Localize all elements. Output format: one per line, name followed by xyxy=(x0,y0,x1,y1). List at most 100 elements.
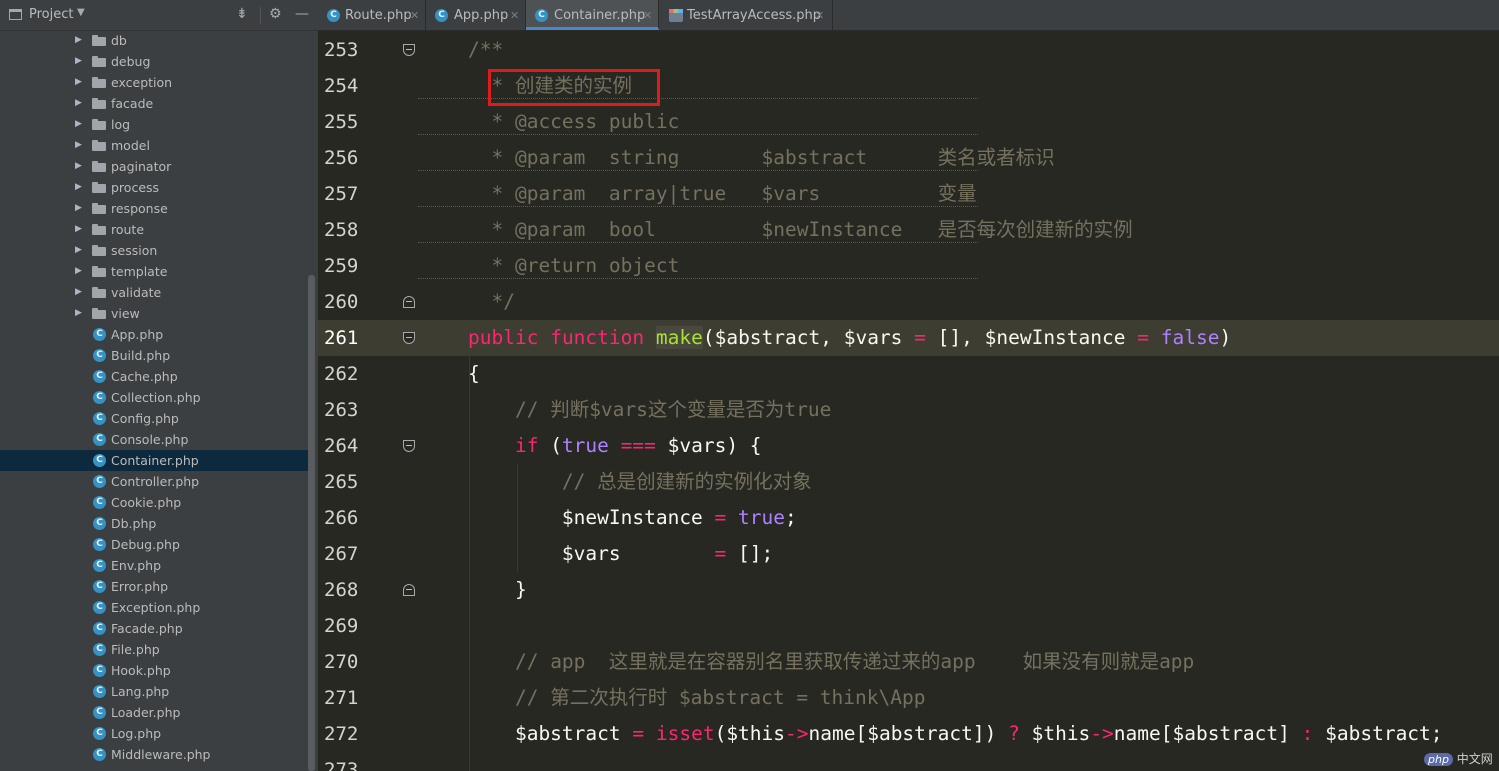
folder-icon xyxy=(92,245,106,256)
class-c-icon: C xyxy=(93,622,106,635)
tree-folder-response[interactable]: ▶ response xyxy=(0,198,308,219)
tree-item-label: debug xyxy=(111,54,151,69)
tree-file-config[interactable]: C Config.php xyxy=(0,408,308,429)
tree-folder-session[interactable]: ▶ session xyxy=(0,240,308,261)
highlight-annotation-box xyxy=(488,69,660,106)
folder-icon xyxy=(92,224,106,235)
tree-file-collection[interactable]: C Collection.php xyxy=(0,387,308,408)
tree-file-error[interactable]: C Error.php xyxy=(0,576,308,597)
tree-file-cache[interactable]: C Cache.php xyxy=(0,366,308,387)
tree-item-label: validate xyxy=(111,285,162,300)
watermark-text: 中文网 xyxy=(1456,752,1493,766)
code-line-271: // 第二次执行时 $abstract = think\App xyxy=(514,686,926,709)
tab-app-php[interactable]: C App.php ✕ xyxy=(426,0,526,30)
chevron-down-icon[interactable]: ▼ xyxy=(77,7,85,18)
chevron-right-icon[interactable]: ▶ xyxy=(75,177,82,198)
tab-label: TestArrayAccess.php xyxy=(687,8,821,23)
tree-folder-view[interactable]: ▶ view xyxy=(0,303,308,324)
close-icon[interactable]: ✕ xyxy=(410,0,419,32)
folder-icon xyxy=(92,266,106,277)
class-c-icon: C xyxy=(93,664,106,677)
tree-folder-template[interactable]: ▶ template xyxy=(0,261,308,282)
chevron-right-icon[interactable]: ▶ xyxy=(75,93,82,114)
tree-file-middleware[interactable]: C Middleware.php xyxy=(0,744,308,765)
tree-folder-facade[interactable]: ▶ facade xyxy=(0,93,308,114)
code-editor[interactable]: 253 254 255 256 257 258 259 260 261 262 263 264 265 2… xyxy=(318,31,1499,771)
chevron-right-icon[interactable]: ▶ xyxy=(75,261,82,282)
tree-folder-validate[interactable]: ▶ validate xyxy=(0,282,308,303)
tree-folder-log[interactable]: ▶ log xyxy=(0,114,308,135)
tree-file-debug[interactable]: C Debug.php xyxy=(0,534,308,555)
tree-file-cookie[interactable]: C Cookie.php xyxy=(0,492,308,513)
tree-folder-paginator[interactable]: ▶ paginator xyxy=(0,156,308,177)
tree-folder-db[interactable]: ▶ db xyxy=(0,30,308,51)
project-title[interactable]: Project xyxy=(29,7,73,22)
chevron-right-icon[interactable]: ▶ xyxy=(75,30,82,51)
tree-file-file[interactable]: C File.php xyxy=(0,639,308,660)
tree-file-exception[interactable]: C Exception.php xyxy=(0,597,308,618)
close-icon[interactable]: ✕ xyxy=(643,0,652,32)
tree-file-console[interactable]: C Console.php xyxy=(0,429,308,450)
class-c-icon: C xyxy=(93,685,106,698)
gear-icon[interactable]: ⚙ xyxy=(269,6,282,22)
chevron-right-icon[interactable]: ▶ xyxy=(75,240,82,261)
chevron-right-icon[interactable]: ▶ xyxy=(75,198,82,219)
chevron-right-icon[interactable]: ▶ xyxy=(75,114,82,135)
chevron-right-icon[interactable]: ▶ xyxy=(75,72,82,93)
tree-file-log[interactable]: C Log.php xyxy=(0,723,308,744)
tab-container-php[interactable]: C Container.php ✕ xyxy=(526,0,659,30)
fold-marker-icon[interactable] xyxy=(403,440,415,452)
tab-route-php[interactable]: C Route.php ✕ xyxy=(318,0,426,30)
tree-file-controller[interactable]: C Controller.php xyxy=(0,471,308,492)
chevron-right-icon[interactable]: ▶ xyxy=(75,135,82,156)
tab-testarrayaccess-php[interactable]: TestArrayAccess.php ✕ xyxy=(659,0,833,30)
chevron-right-icon[interactable]: ▶ xyxy=(75,219,82,240)
folder-icon xyxy=(92,161,106,172)
fold-marker-icon[interactable] xyxy=(403,296,415,308)
close-icon[interactable]: ✕ xyxy=(815,0,824,32)
tree-file-hook[interactable]: C Hook.php xyxy=(0,660,308,681)
tree-item-label: Log.php xyxy=(111,726,162,741)
tree-file-loader[interactable]: C Loader.php xyxy=(0,702,308,723)
tree-file-container[interactable]: C Container.php xyxy=(0,450,308,471)
tree-file-facade[interactable]: C Facade.php xyxy=(0,618,308,639)
project-panel: Project ▼ ⇟ ⚙ — ▶ db ▶ debug ▶ exception ▶ faca… xyxy=(0,0,319,771)
close-icon[interactable]: ✕ xyxy=(510,0,519,32)
tree-file-lang[interactable]: C Lang.php xyxy=(0,681,308,702)
tree-folder-exception[interactable]: ▶ exception xyxy=(0,72,308,93)
chevron-right-icon[interactable]: ▶ xyxy=(75,156,82,177)
code-line-267: $vars = []; xyxy=(468,542,774,565)
class-c-icon: C xyxy=(93,559,106,572)
tree-file-env[interactable]: C Env.php xyxy=(0,555,308,576)
tree-folder-debug[interactable]: ▶ debug xyxy=(0,51,308,72)
chevron-right-icon[interactable]: ▶ xyxy=(75,303,82,324)
chevron-right-icon[interactable]: ▶ xyxy=(75,51,82,72)
chevron-right-icon[interactable]: ▶ xyxy=(75,282,82,303)
line-number: 260 xyxy=(324,291,359,313)
tree-item-label: Console.php xyxy=(111,432,189,447)
tree-file-db[interactable]: C Db.php xyxy=(0,513,308,534)
tree-file-app[interactable]: C App.php xyxy=(0,324,308,345)
tree-item-label: Build.php xyxy=(111,348,171,363)
tree-item-label: Loader.php xyxy=(111,705,181,720)
project-scrollbar[interactable] xyxy=(308,275,315,771)
tree-file-build[interactable]: C Build.php xyxy=(0,345,308,366)
fold-marker-icon[interactable] xyxy=(403,332,415,344)
class-c-icon: C xyxy=(93,454,106,467)
class-c-icon: C xyxy=(93,538,106,551)
minimize-icon[interactable]: — xyxy=(295,6,309,22)
fold-marker-icon[interactable] xyxy=(403,44,415,56)
class-c-icon: C xyxy=(93,433,106,446)
fold-marker-icon[interactable] xyxy=(403,584,415,596)
class-c-icon: C xyxy=(93,328,106,341)
tree-item-label: route xyxy=(111,222,145,237)
tree-folder-model[interactable]: ▶ model xyxy=(0,135,308,156)
code-line-266: $newInstance = true; xyxy=(468,506,797,529)
code-line-257: * @param array|true $vars 变量 xyxy=(468,182,977,205)
line-number: 271 xyxy=(324,687,359,709)
collapse-all-icon[interactable]: ⇟ xyxy=(236,6,248,22)
tree-folder-route[interactable]: ▶ route xyxy=(0,219,308,240)
tree-folder-process[interactable]: ▶ process xyxy=(0,177,308,198)
line-number: 266 xyxy=(324,507,359,529)
line-number: 258 xyxy=(324,219,359,241)
